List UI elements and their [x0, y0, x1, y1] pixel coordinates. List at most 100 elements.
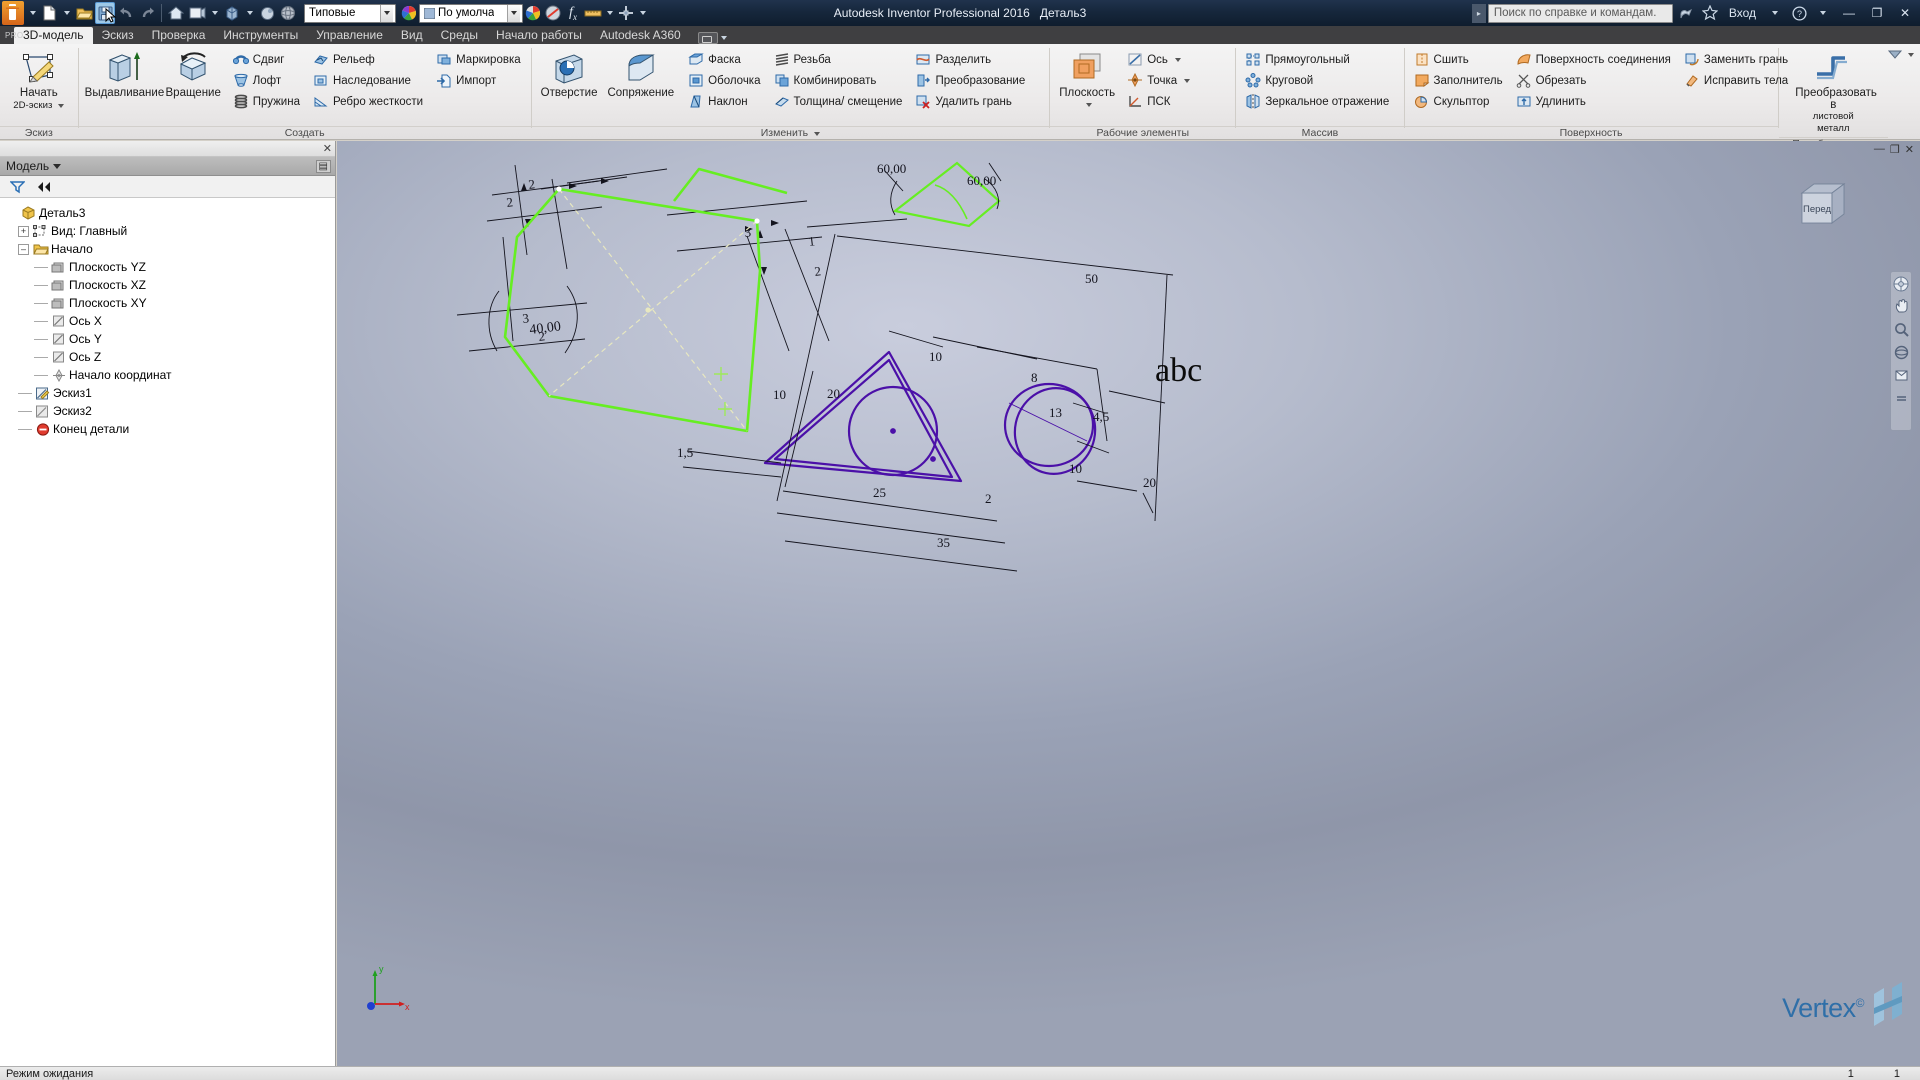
sketch1-green-chevron[interactable] [672, 167, 788, 202]
help-signin-icon[interactable] [1675, 2, 1697, 24]
browser-title-bar[interactable]: Модель ▤ [0, 157, 335, 176]
tree-item-part[interactable]: Деталь3 [6, 204, 335, 222]
graphics-viewport[interactable]: — ❐ ✕ Перед 2 2 3 2 3 1 2 40,00 60,00 60… [337, 141, 1920, 1066]
tab-3d-model[interactable]: 3D-модель [14, 27, 93, 44]
start-2d-sketch-caret-icon[interactable] [58, 104, 65, 108]
ucs-button[interactable]: ПСК [1124, 91, 1196, 112]
browser-title-caret-icon[interactable] [53, 163, 62, 169]
patch-button[interactable]: Заполнитель [1411, 70, 1509, 91]
app-menu-caret-icon[interactable] [26, 2, 39, 24]
new-file-caret-icon[interactable] [60, 2, 73, 24]
tree-item-end-of-part[interactable]: Конец детали [18, 420, 335, 438]
tab-tools[interactable]: Инструменты [214, 27, 307, 44]
browser-close-icon[interactable]: ✕ [323, 142, 332, 155]
hole-button[interactable]: Отверстие [536, 47, 603, 101]
project-caret-icon[interactable] [208, 2, 221, 24]
draft-button[interactable]: Наклон [685, 91, 766, 112]
save-file-button[interactable] [95, 2, 117, 24]
tree-item-plane-yz[interactable]: Плоскость YZ [34, 258, 335, 276]
tree-expander-plus[interactable]: + [18, 225, 29, 237]
browser-pin-icon[interactable]: ▤ [315, 159, 331, 173]
sketch1-green-geometry[interactable] [503, 186, 762, 433]
delete-face-button[interactable]: Удалить грань [912, 91, 1031, 112]
repair-bodies-button[interactable]: Исправить тела [1681, 70, 1794, 91]
tab-manage[interactable]: Управление [307, 27, 392, 44]
tree-item-origin-folder[interactable]: – Начало [18, 240, 335, 258]
thicken-offset-button[interactable]: Толщина/ смещение [771, 91, 909, 112]
a360-caret-icon[interactable] [720, 36, 727, 40]
replace-face-button[interactable]: Заменить грань [1681, 49, 1794, 70]
decal-button[interactable]: Маркировка [433, 49, 527, 70]
shell-button[interactable]: Оболочка [685, 70, 766, 91]
help-caret-icon[interactable] [1812, 2, 1834, 24]
material-combo[interactable]: Типовые [304, 3, 396, 23]
panel-modify-expand-icon[interactable] [814, 131, 821, 136]
work-point-caret-icon[interactable] [1184, 78, 1191, 83]
undo-button[interactable] [116, 2, 136, 24]
work-point-button[interactable]: Точка [1124, 70, 1196, 91]
text-annotation[interactable]: abc [1155, 352, 1202, 389]
find-icon[interactable] [37, 180, 54, 194]
close-button[interactable]: ✕ [1892, 3, 1918, 23]
appearance-button[interactable] [257, 2, 277, 24]
derive-button[interactable]: Наследование [310, 70, 429, 91]
start-2d-sketch-button[interactable]: Начать 2D-эскиз [4, 47, 74, 114]
tree-item-sketch2[interactable]: Эскиз2 [18, 402, 335, 420]
color-wheel-icon[interactable] [399, 2, 419, 24]
filter-icon[interactable] [10, 180, 25, 194]
tab-sketch[interactable]: Эскиз [93, 27, 143, 44]
signin-label[interactable]: Вход [1723, 6, 1762, 20]
new-file-button[interactable] [39, 2, 59, 24]
thread-button[interactable]: Резьба [771, 49, 909, 70]
search-input[interactable]: Поиск по справке и командам. [1487, 3, 1673, 23]
trim-button[interactable]: Обрезать [1513, 70, 1677, 91]
split-button[interactable]: Разделить [912, 49, 1031, 70]
tree-item-axis-x[interactable]: Ось X [34, 312, 335, 330]
tree-item-axis-z[interactable]: Ось Z [34, 348, 335, 366]
import-button[interactable]: Импорт [433, 70, 527, 91]
revolve-button[interactable]: Вращение [163, 47, 224, 101]
combine-button[interactable]: Комбинировать [771, 70, 909, 91]
convert-to-sheet-metal-button[interactable]: Преобразовать в листовой металл [1785, 47, 1881, 137]
chamfer-button[interactable]: Фаска [685, 49, 766, 70]
tree-item-axis-y[interactable]: Ось Y [34, 330, 335, 348]
rectangular-pattern-button[interactable]: Прямоугольный [1242, 49, 1395, 70]
emboss-button[interactable]: Рельеф [310, 49, 429, 70]
direct-edit-button[interactable]: Преобразование [912, 70, 1031, 91]
minimize-button[interactable]: — [1836, 3, 1862, 23]
qat-customize-caret-icon[interactable] [636, 2, 649, 24]
home-view-button[interactable] [166, 2, 186, 24]
work-plane-caret-icon[interactable] [1085, 103, 1092, 107]
appearance-combo[interactable]: По умолча [419, 3, 523, 23]
stitch-button[interactable]: Сшить [1411, 49, 1509, 70]
parameters-fx-icon[interactable]: fx [563, 2, 583, 24]
sculpt-button[interactable]: Скульптор [1411, 91, 1509, 112]
tab-inspect[interactable]: Проверка [143, 27, 215, 44]
mirror-button[interactable]: Зеркальное отражение [1242, 91, 1395, 112]
rib-button[interactable]: Ребро жесткости [310, 91, 429, 112]
a360-star-icon[interactable] [1699, 2, 1721, 24]
angle-dimension-group[interactable]: 60,00 60,00 [877, 161, 1002, 228]
tree-expander-minus[interactable]: – [18, 243, 29, 255]
restore-button[interactable]: ❐ [1864, 3, 1890, 23]
extrude-button[interactable]: Выдавливание [83, 47, 164, 101]
work-plane-button[interactable]: Плоскость [1054, 47, 1120, 113]
redo-button[interactable] [137, 2, 157, 24]
signin-caret-icon[interactable] [1764, 2, 1786, 24]
tab-view[interactable]: Вид [392, 27, 432, 44]
appearance-combo-arrow-icon[interactable] [507, 4, 520, 22]
tree-item-plane-xy[interactable]: Плоскость XY [34, 294, 335, 312]
tab-get-started[interactable]: Начало работы [487, 27, 591, 44]
ruled-surface-button[interactable]: Поверхность соединения [1513, 49, 1677, 70]
inventor-logo-icon[interactable] [2, 1, 24, 25]
tab-environments[interactable]: Среды [432, 27, 487, 44]
ribbon-options-icon[interactable] [1888, 48, 1906, 62]
coil-button[interactable]: Пружина [230, 91, 306, 112]
circular-pattern-button[interactable]: Круговой [1242, 70, 1395, 91]
constraints-icon[interactable] [616, 2, 636, 24]
tree-item-origin-point[interactable]: Начало координат [34, 366, 335, 384]
fillet-button[interactable]: Сопряжение [602, 47, 679, 101]
material-caret-icon[interactable] [243, 2, 256, 24]
tree-item-plane-xz[interactable]: Плоскость XZ [34, 276, 335, 294]
extend-button[interactable]: Удлинить [1513, 91, 1677, 112]
